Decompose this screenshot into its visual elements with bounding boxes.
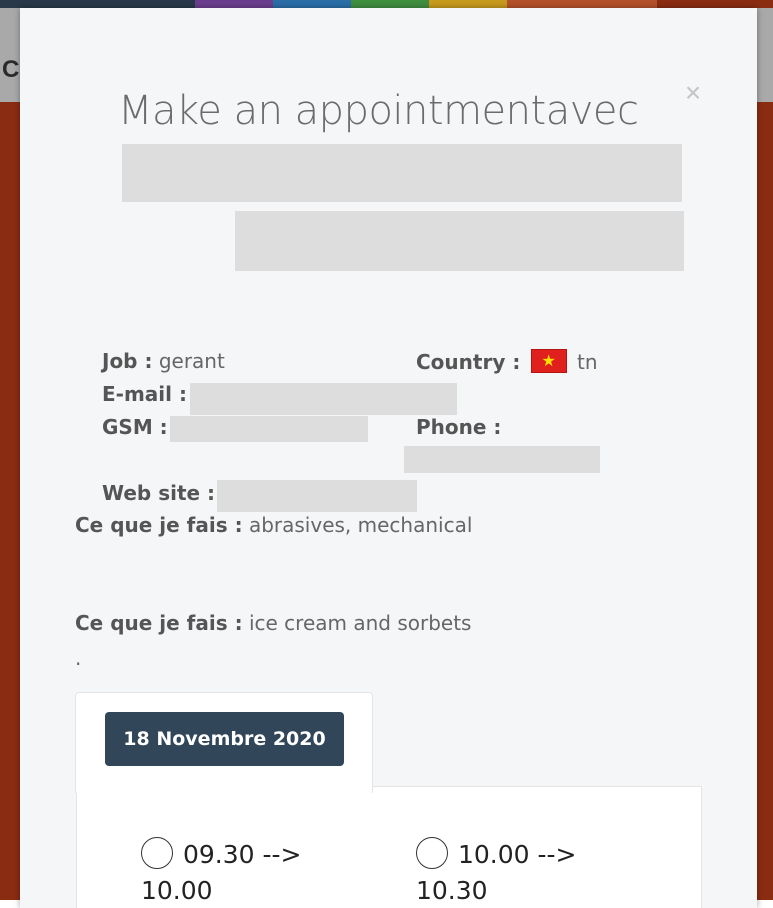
email-label: E-mail :: [102, 382, 187, 406]
job-row: Job : gerant: [102, 349, 225, 373]
activity-value-1: abrasives, mechanical: [248, 513, 473, 537]
close-button[interactable]: ×: [681, 78, 705, 108]
color-stripe-7: [657, 0, 773, 8]
color-stripe-2: [195, 0, 273, 8]
date-tab-label[interactable]: 18 Novembre 2020: [105, 712, 344, 766]
slot-line2: 10.00: [141, 876, 213, 905]
separator-dot: .: [75, 646, 82, 670]
redacted-name-line-1: [122, 144, 682, 202]
color-stripe-4: [351, 0, 429, 8]
color-stripe-3: [273, 0, 351, 8]
country-label: Country :: [416, 350, 521, 374]
gsm-label: GSM :: [102, 415, 168, 439]
radio-button[interactable]: [141, 837, 173, 869]
redacted-phone: [404, 446, 600, 473]
color-stripe-1: [0, 0, 195, 8]
activity-label-1: Ce que je fais :: [75, 513, 243, 537]
tab-date[interactable]: 18 Novembre 2020: [75, 692, 373, 793]
activity-label-2: Ce que je fais :: [75, 611, 243, 635]
redacted-gsm: [170, 416, 368, 442]
phone-label: Phone :: [416, 415, 502, 439]
background-header-text: C: [2, 56, 20, 83]
phone-row: Phone :: [416, 415, 501, 439]
website-row: Web site :: [102, 481, 215, 505]
activity-value-2: ice cream and sorbets: [248, 611, 472, 635]
country-value: tn: [577, 350, 598, 374]
radio-button[interactable]: [416, 837, 448, 869]
redacted-email: [190, 383, 457, 415]
activity-row-2: Ce que je fais : ice cream and sorbets: [75, 611, 471, 635]
time-slot-1000[interactable]: 10.00 --> 10.30: [416, 837, 577, 908]
modal-title: Make an appointmentavec: [118, 88, 639, 134]
redacted-website: [217, 480, 417, 512]
time-slot-panel: 09.30 --> 10.00 10.00 --> 10.30: [76, 786, 702, 908]
appointment-modal: × Make an appointmentavec Job : gerant C…: [20, 8, 757, 908]
redacted-name-line-2: [235, 211, 684, 271]
color-stripe-5: [429, 0, 507, 8]
country-row: Country : ★ tn: [416, 349, 598, 374]
time-slot-0930[interactable]: 09.30 --> 10.00: [141, 837, 302, 908]
slot-line2: 10.30: [416, 876, 488, 905]
vietnam-flag-icon: ★: [530, 349, 567, 373]
color-stripe-6: [507, 0, 657, 8]
activity-row-1: Ce que je fais : abrasives, mechanical: [75, 513, 472, 537]
job-value: gerant: [158, 349, 225, 373]
website-label: Web site :: [102, 481, 216, 505]
gsm-row: GSM :: [102, 415, 168, 439]
job-label: Job :: [102, 349, 153, 373]
email-row: E-mail :: [102, 382, 187, 406]
